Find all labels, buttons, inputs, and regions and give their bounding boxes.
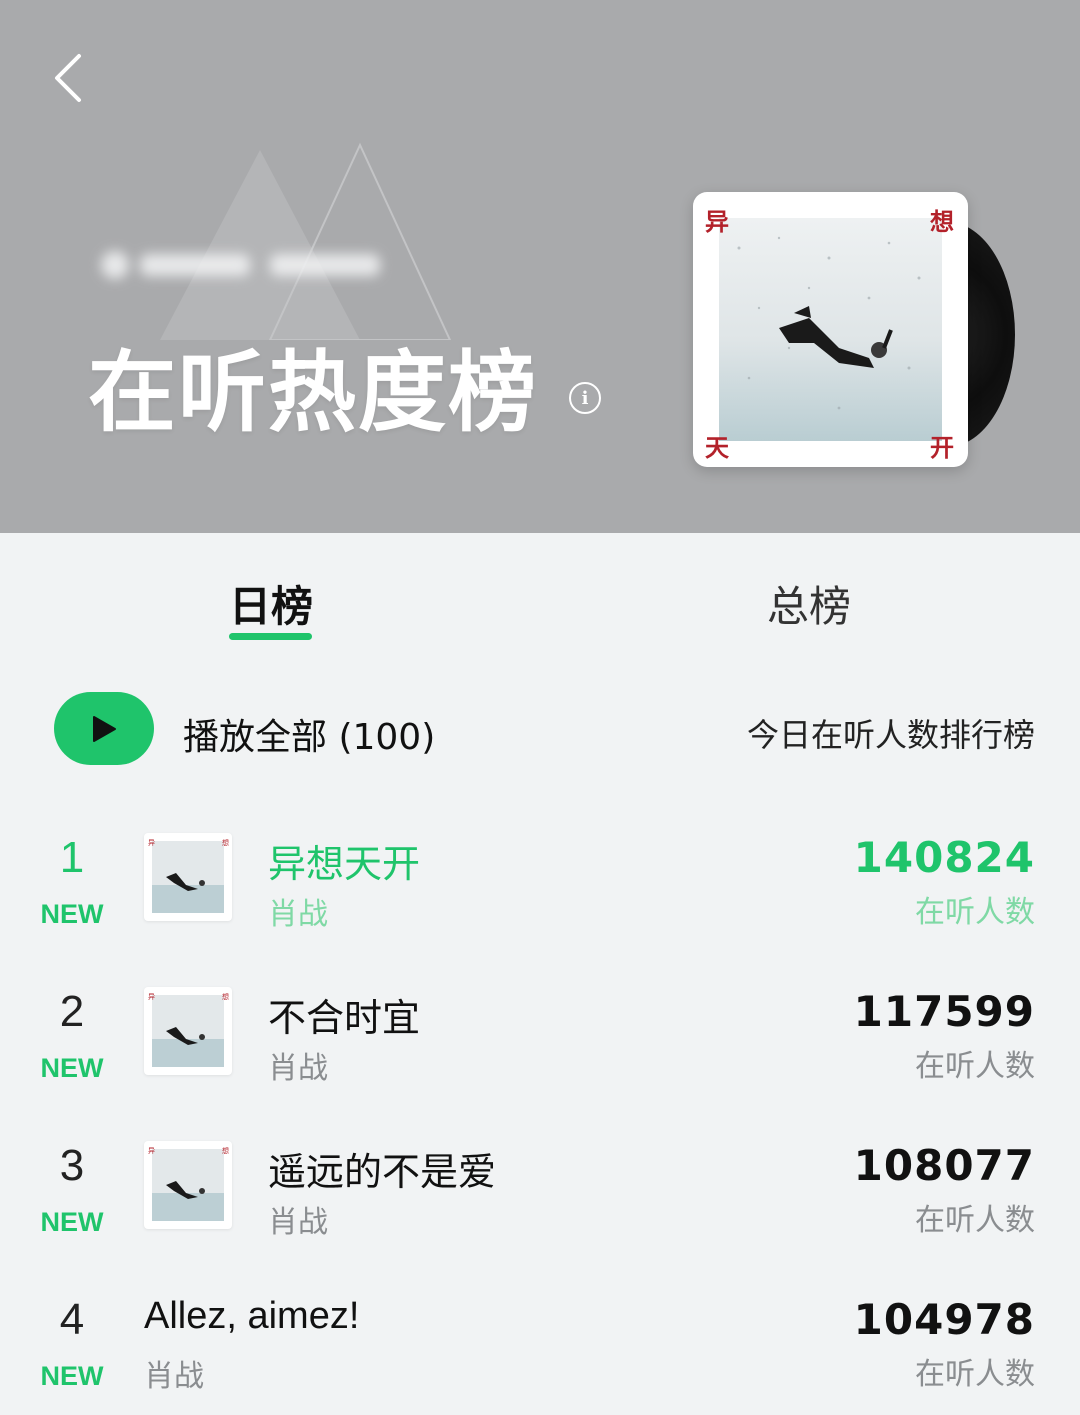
play-all-label[interactable]: 播放全部 (100) [183, 708, 435, 760]
artist-name: 肖战 [268, 1051, 328, 1086]
play-all-button[interactable] [54, 692, 154, 765]
song-title: 异想天开 [268, 842, 421, 886]
song-row[interactable]: 2 NEW 异 想 不合时宜 肖战 117599 在听人数 [0, 987, 1080, 1141]
svg-text:异: 异 [148, 839, 155, 847]
thumb-artwork: 异 想 [148, 1146, 229, 1221]
artist-name: 肖战 [268, 1205, 328, 1240]
song-title: 不合时宜 [268, 996, 421, 1040]
song-thumbnail: 异 想 [144, 1141, 232, 1229]
rank-number: 3 [59, 1141, 85, 1190]
album-cover: 异 想 天 开 [693, 192, 968, 467]
info-icon[interactable]: i [569, 382, 601, 414]
back-button[interactable] [38, 48, 98, 108]
cover-char-1: 异 [705, 207, 729, 236]
new-badge: NEW [40, 1053, 104, 1083]
cover-char-2: 想 [930, 207, 954, 236]
thumb-artwork: 异 想 [148, 992, 229, 1067]
song-title: Allez, aimez! [144, 1295, 360, 1337]
song-thumbnail: 异 想 [144, 987, 232, 1075]
artist-name: 肖战 [268, 897, 328, 932]
svg-text:想: 想 [222, 992, 229, 1001]
listener-count: 104978 [853, 1295, 1035, 1344]
svg-text:想: 想 [222, 1146, 229, 1155]
tab-daily[interactable]: 日榜 [229, 573, 313, 634]
play-icon [93, 715, 116, 742]
listener-count: 140824 [853, 833, 1035, 882]
svg-text:想: 想 [222, 838, 229, 847]
song-row[interactable]: 3 NEW 异 想 遥远的不是爱 肖战 108077 在听人数 [0, 1141, 1080, 1295]
rank-number: 1 [59, 833, 85, 882]
new-badge: NEW [40, 899, 104, 929]
tab-total[interactable]: 总榜 [767, 573, 851, 634]
chart-header: 在听热度榜 i 异 想 天 开 [0, 0, 1080, 533]
thumb-artwork: 异 想 [148, 838, 229, 913]
chart-subtitle: 今日在听人数排行榜 [746, 716, 1035, 754]
chart-title: 在听热度榜 [88, 341, 539, 444]
rank-number: 2 [59, 987, 85, 1036]
listener-count-label: 在听人数 [915, 1203, 1035, 1238]
listener-count-label: 在听人数 [915, 1357, 1035, 1392]
rank-number: 4 [59, 1295, 85, 1344]
blurred-label [95, 240, 395, 290]
song-row[interactable]: 1 NEW 异 想 异想天开 肖战 140824 在听人数 [0, 833, 1080, 987]
svg-text:异: 异 [148, 993, 155, 1001]
cover-char-4: 开 [930, 433, 954, 462]
song-thumbnail: 异 想 [144, 833, 232, 921]
listener-count: 108077 [853, 1141, 1035, 1190]
listener-count-label: 在听人数 [915, 895, 1035, 930]
listener-count-label: 在听人数 [915, 1049, 1035, 1084]
cover-char-3: 天 [705, 433, 729, 462]
blurred-logo [101, 251, 380, 279]
new-badge: NEW [40, 1207, 104, 1237]
song-title: 遥远的不是爱 [268, 1150, 497, 1194]
svg-text:异: 异 [148, 1147, 155, 1155]
listener-count: 117599 [853, 987, 1035, 1036]
artist-name: 肖战 [144, 1359, 204, 1394]
new-badge: NEW [40, 1361, 104, 1391]
tab-indicator [229, 633, 312, 640]
chevron-left-icon [55, 54, 81, 102]
cover-artwork [719, 218, 942, 441]
chart-content: 日榜 总榜 播放全部 (100) 今日在听人数排行榜 1 NEW 异 想 异想天… [0, 533, 1080, 1415]
song-row[interactable]: 4 NEW Allez, aimez! 肖战 104978 在听人数 [0, 1295, 1080, 1415]
